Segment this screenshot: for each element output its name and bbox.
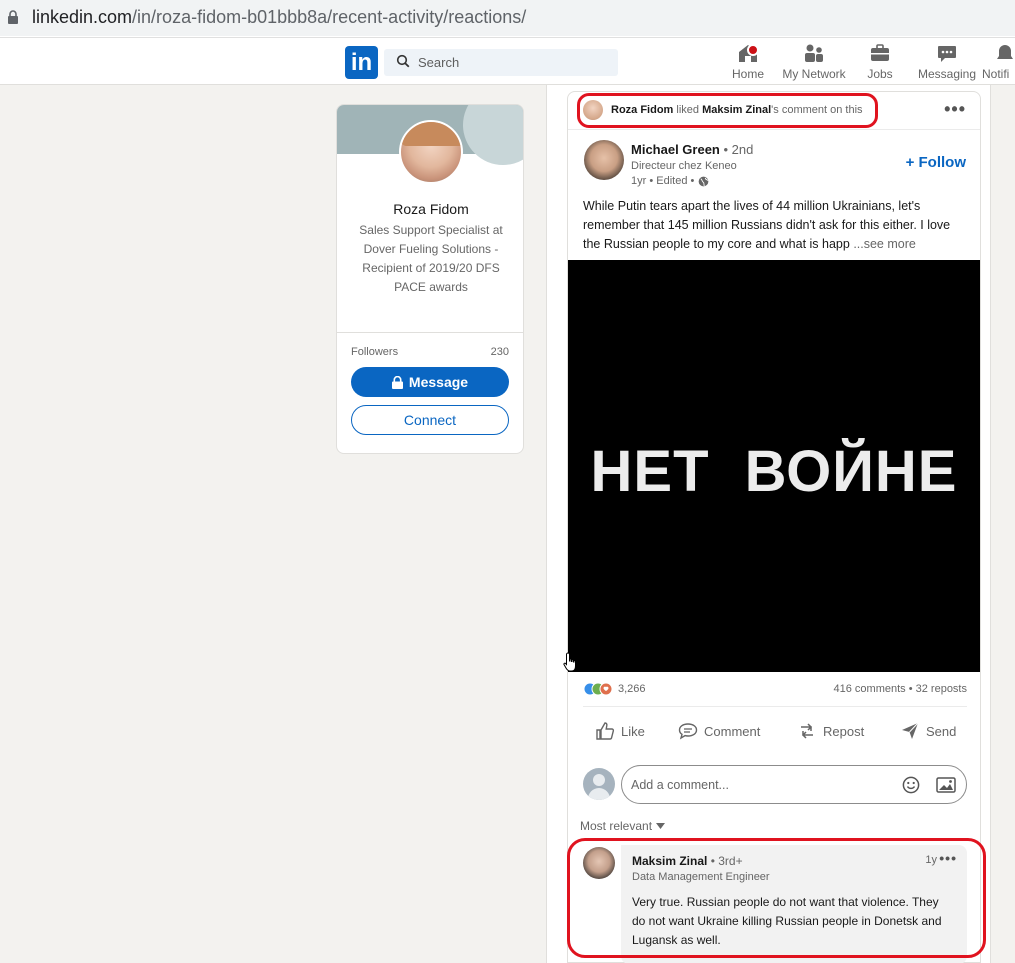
url-path: /in/roza-fidom-b01bbb8a/recent-activity/… [132,7,527,27]
comment-icon [678,723,698,740]
globe-icon [698,176,709,186]
post-card: Roza Fidom liked Maksim Zinal's comment … [567,91,981,963]
nav-home[interactable]: Home [730,42,766,82]
activity-target[interactable]: Maksim Zinal [702,104,771,116]
global-nav: in Home My Network Jobs Me [0,38,1015,85]
social-counts: 3,266 416 comments • 32 reposts [583,682,967,698]
post-meta: 1yr • Edited • [631,175,709,187]
nav-my-network[interactable]: My Network [782,42,846,82]
image-icon[interactable] [936,776,956,794]
nav-notifications-label: Notifi [982,67,1010,81]
nav-notifications[interactable]: Notifi [982,42,1015,82]
thumbs-up-icon [596,722,615,740]
reactions-count[interactable]: 3,266 [618,683,646,695]
message-button-label: Message [408,374,469,390]
current-user-avatar [583,768,615,800]
repost-label: Repost [823,723,865,739]
comment-author-name-text: Maksim Zinal [632,854,708,868]
comment-input[interactable] [631,766,891,803]
post-meta-text: 1yr • Edited • [631,175,695,187]
followers-label: Followers [351,346,399,358]
comment-author-degree: • 3rd+ [710,854,743,868]
sort-label: Most relevant [580,819,653,833]
lock-icon [8,10,18,24]
more-options-icon[interactable]: ••• [944,99,966,120]
comment-author-title: Data Management Engineer [632,871,770,883]
url-text[interactable]: linkedin.com/in/roza-fidom-b01bbb8a/rece… [32,7,526,28]
comment-button[interactable]: Comment [678,719,760,743]
emoji-icon[interactable] [902,776,920,794]
author-title: Directeur chez Keneo [631,160,737,172]
actions-divider [583,706,967,707]
activity-header: Roza Fidom liked Maksim Zinal's comment … [568,92,980,130]
comment-bubble: Maksim Zinal • 3rd+ Data Management Engi… [621,845,967,963]
briefcase-icon [871,44,889,61]
profile-name[interactable]: Roza Fidom [337,201,523,217]
avatar-head [593,774,605,786]
search-bar[interactable] [384,49,618,76]
chat-icon [938,46,956,62]
lock-icon [391,375,403,389]
message-button[interactable]: Message [351,367,509,397]
activity-suffix: 's comment on this [771,104,863,116]
followers-count: 230 [490,346,509,358]
send-icon [902,722,919,739]
avatar-body [588,788,610,800]
nav-messaging[interactable]: Messaging [918,42,976,82]
repost-button[interactable]: Repost [797,719,864,743]
search-icon [396,54,410,68]
see-more-link[interactable]: ...see more [853,237,916,251]
avatar-hair [401,122,461,146]
comment-label: Comment [704,723,761,739]
nav-my-network-label: My Network [782,67,846,81]
nav-jobs-label: Jobs [867,67,893,81]
profile-headline: Sales Support Specialist at Dover Fuelin… [359,223,503,294]
reaction-icons[interactable] [583,682,615,696]
browser-address-bar: linkedin.com/in/roza-fidom-b01bbb8a/rece… [0,0,1015,38]
actor-avatar[interactable] [583,100,603,120]
comment-text: Very true. Russian people do not want th… [632,895,942,947]
comments-reposts-count[interactable]: 416 comments • 32 reposts [834,683,967,695]
profile-avatar[interactable] [399,120,463,184]
nav-jobs[interactable]: Jobs [862,42,898,82]
linkedin-logo[interactable]: in [345,46,378,79]
comment-author-avatar[interactable] [583,847,615,879]
caret-down-icon [656,823,666,829]
people-icon [805,44,823,62]
bell-icon [997,45,1013,59]
activity-verb: liked [676,104,700,116]
like-label: Like [621,723,645,739]
author-degree: • 2nd [723,142,754,157]
profile-card: Roza Fidom Sales Support Specialist at D… [336,104,524,454]
activity-actor[interactable]: Roza Fidom [611,104,673,116]
comment-box[interactable] [621,765,967,804]
activity-text: Roza Fidom liked Maksim Zinal's comment … [611,104,863,116]
author-name-text: Michael Green [631,142,720,157]
url-domain: linkedin.com [32,7,133,27]
comment-author-name[interactable]: Maksim Zinal • 3rd+ [632,854,743,868]
post-image[interactable]: НЕТ ВОЙНЕ [568,260,980,672]
search-input[interactable] [418,49,608,76]
follow-button[interactable]: + Follow [906,154,966,171]
comment-timestamp: 1y [925,854,937,866]
post-image-caption: НЕТ ВОЙНЕ [590,439,958,504]
author-avatar[interactable] [584,140,624,180]
send-label: Send [926,723,957,739]
nav-messaging-label: Messaging [918,67,977,81]
post-body: While Putin tears apart the lives of 44 … [583,197,968,254]
repost-icon [801,723,813,739]
author-name[interactable]: Michael Green • 2nd [631,142,753,157]
notification-badge [747,44,759,56]
hand-cursor-icon [563,652,576,672]
comment-more-icon[interactable]: ••• [939,850,957,866]
send-button[interactable]: Send [900,719,956,743]
connect-button[interactable]: Connect [351,405,509,435]
sort-comments-dropdown[interactable]: Most relevant [580,819,666,833]
card-divider [337,332,523,333]
nav-home-label: Home [731,67,764,81]
cover-decoration [463,105,523,165]
address-field[interactable]: linkedin.com/in/roza-fidom-b01bbb8a/rece… [0,0,1015,36]
like-button[interactable]: Like [595,719,645,743]
